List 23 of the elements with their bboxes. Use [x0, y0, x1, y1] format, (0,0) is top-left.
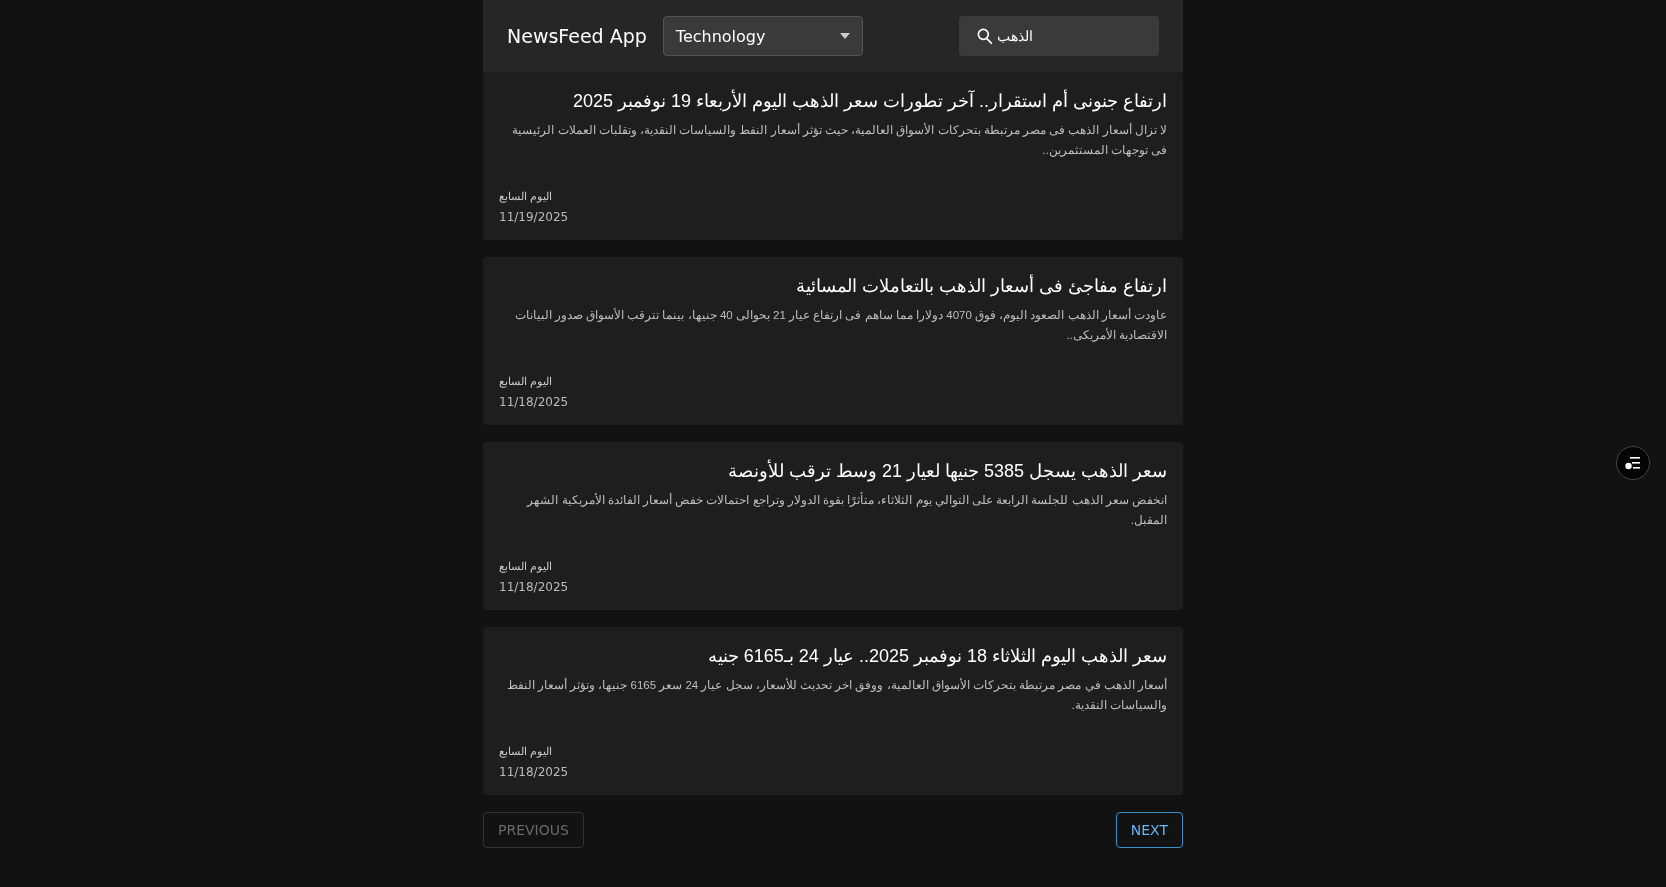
article-title: ارتفاع مفاجئ فى أسعار الذهب بالتعاملات المسائية	[795, 273, 1167, 299]
article-date: 11/18/2025	[499, 395, 569, 409]
search-icon	[975, 26, 995, 46]
article-source: اليوم السابع	[499, 744, 553, 759]
filter-list-icon[interactable]	[1616, 446, 1650, 480]
article-summary: عاودت أسعار الذهب الصعود اليوم، فوق 4070 دولارا مما ساهم فى ارتفاع عيار 21 بحوالى 40 جنيها، بينما تترقب الأسواق صدور البيانات الاقتصادية الأمريكى..	[513, 306, 1167, 344]
next-button[interactable]: NEXT	[1115, 812, 1183, 848]
search-field[interactable]: الذهب	[959, 16, 1159, 56]
article-title: سعر الذهب يسجل 5385 جنيها لعيار 21 وسط ترقب للأونصة	[726, 458, 1167, 484]
category-dropdown[interactable]: Technology	[662, 16, 863, 56]
article-summary: لا تزال أسعار الذهب فى مصر مرتبطة بتحركات الأسواق العالمية، حيث تؤثر أسعار النفط والسياسات النقدية، وتقلبات العملات الرئيسية فى توجهات المستثمرين..	[511, 121, 1167, 159]
article-date: 11/18/2025	[499, 765, 569, 779]
article-date: 11/18/2025	[499, 580, 569, 594]
article-source: اليوم السابع	[499, 559, 553, 574]
article-date: 11/19/2025	[499, 210, 569, 224]
article-source: اليوم السابع	[499, 374, 553, 389]
article-title: ارتفاع جنونى أم استقرار.. آخر تطورات سعر الذهب اليوم الأربعاء 19 نوفمبر 2025	[571, 88, 1167, 114]
article-summary: أسعار الذهب في مصر مرتبطة بتحركات الأسواق العالمية، ووفق اخر تحديث للأسعار، سجل عيار 24 سعر 6165 جنيها، وتؤثر أسعار النفط والسياسات النقدية.	[505, 676, 1167, 714]
app-title: NewsFeed App	[507, 25, 647, 47]
caret-icon	[839, 33, 850, 39]
article-summary: انخفض سعر الذهب للجلسة الرابعة على التوالي يوم الثلاثاء، متأثرًا بقوة الدولار وتراجع احتمالات خفض أسعار الفائدة الأمريكية الشهر المقبل.	[525, 491, 1167, 528]
article-source: اليوم السابع	[499, 189, 553, 204]
article-title: سعر الذهب اليوم الثلاثاء 18 نوفمبر 2025.. عيار 24 بـ6165 جنيه	[706, 645, 1167, 669]
